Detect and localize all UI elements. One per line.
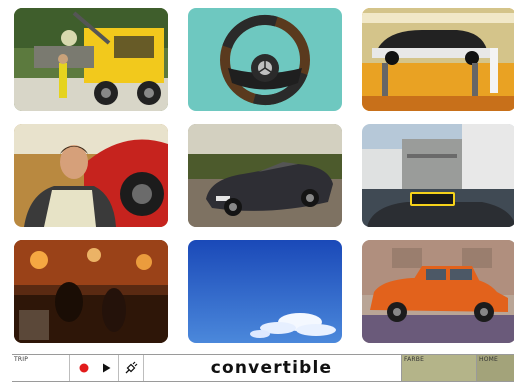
street-with-taxi-photo	[362, 124, 514, 227]
farbe-label: FARBE	[404, 356, 425, 363]
man-with-red-car-photo	[14, 124, 168, 227]
plug-button[interactable]	[118, 355, 144, 381]
photo-tile-steering-wheel[interactable]	[188, 8, 342, 111]
play-button[interactable]	[95, 355, 117, 381]
photo-tile-man-with-red-car[interactable]	[14, 124, 168, 227]
record-button[interactable]	[73, 355, 95, 381]
dark-convertible-photo	[188, 124, 342, 227]
farbe-button[interactable]: FARBE	[401, 355, 476, 381]
steering-wheel-photo	[188, 8, 342, 111]
photo-tile-car-on-lift[interactable]	[362, 8, 514, 111]
play-icon	[102, 363, 110, 373]
home-button[interactable]: HOME	[476, 355, 514, 381]
photo-tile-street-with-taxi[interactable]	[362, 124, 514, 227]
trip-panel[interactable]: TRIP	[12, 355, 70, 381]
photo-tile-orange-taxi[interactable]	[362, 240, 514, 343]
trip-label: TRIP	[14, 356, 29, 363]
record-icon	[79, 363, 89, 373]
photo-tile-bar-interior[interactable]	[14, 240, 168, 343]
bottom-toolbar: TRIP convertible FARBE HOME	[12, 354, 514, 382]
photo-tile-tow-truck[interactable]	[14, 8, 168, 111]
tow-truck-photo	[14, 8, 168, 111]
orange-taxi-photo	[362, 240, 514, 343]
plug-icon	[125, 361, 138, 374]
car-on-lift-photo	[362, 8, 514, 111]
home-label: HOME	[479, 356, 499, 363]
photo-tile-blue-sky[interactable]	[188, 240, 342, 343]
bar-interior-photo	[14, 240, 168, 343]
blue-sky-photo	[188, 240, 342, 343]
photo-tile-dark-convertible[interactable]	[188, 124, 342, 227]
current-word: convertible	[210, 358, 333, 378]
